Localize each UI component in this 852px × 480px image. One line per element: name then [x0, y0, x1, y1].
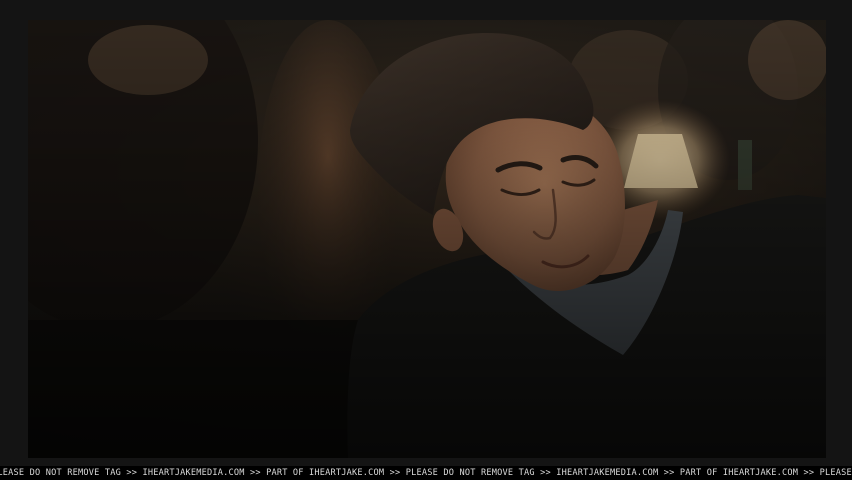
video-frame: PLEASE DO NOT REMOVE TAG >> IHEARTJAKEME…	[0, 0, 852, 480]
scene-illustration	[28, 20, 826, 458]
movie-still	[28, 20, 826, 458]
watermark-text: PLEASE DO NOT REMOVE TAG >> IHEARTJAKEME…	[0, 468, 852, 478]
watermark-strip: PLEASE DO NOT REMOVE TAG >> IHEARTJAKEME…	[0, 466, 852, 480]
